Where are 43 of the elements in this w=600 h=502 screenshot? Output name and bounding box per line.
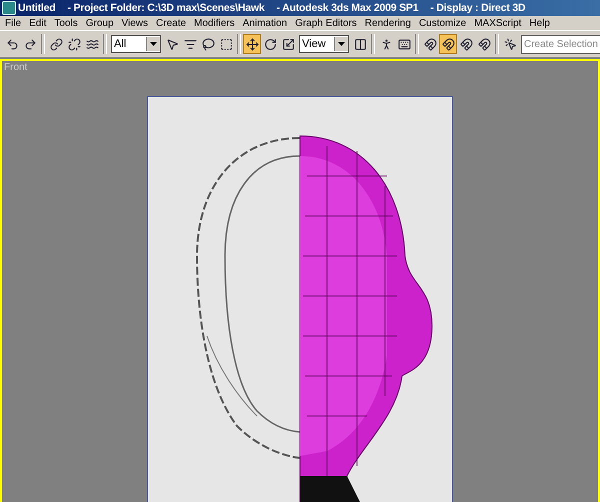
menu-item[interactable]: File: [1, 18, 26, 28]
figure-icon: [380, 38, 392, 50]
menu-item[interactable]: Views: [118, 18, 152, 28]
menu-item[interactable]: Rendering: [360, 18, 415, 28]
unlink-icon: [68, 38, 80, 50]
dropdown[interactable]: View: [299, 35, 349, 53]
selection-set-field[interactable]: Create Selection: [521, 34, 600, 54]
menu-item[interactable]: Group: [82, 18, 118, 28]
undo-icon: [6, 38, 18, 50]
menu-item[interactable]: Animation: [238, 18, 292, 28]
toolbar-button[interactable]: [243, 34, 261, 54]
scale-icon: [282, 38, 294, 50]
rotate-icon: [264, 38, 276, 50]
redo-icon: [24, 38, 36, 50]
move-icon: [246, 38, 258, 50]
menu-item[interactable]: Edit: [25, 18, 50, 28]
keyboard-icon: [398, 38, 410, 50]
dropdown[interactable]: All: [111, 35, 161, 53]
pointer-icon: [166, 38, 178, 50]
app-name: - Autodesk 3ds Max 2009 SP1: [276, 2, 418, 14]
menu-item[interactable]: Modifiers: [190, 18, 239, 28]
menu-item[interactable]: Create: [152, 18, 190, 28]
menu-item[interactable]: Customize: [414, 18, 470, 28]
waves-icon: [86, 38, 98, 50]
viewport-label: Front: [3, 61, 28, 74]
magnet-icon: [424, 38, 436, 50]
columns-icon: [354, 38, 366, 50]
window-title: Untitled: [18, 2, 56, 14]
lasso-icon: [202, 38, 214, 50]
menu-item[interactable]: MAXScript: [470, 18, 526, 28]
menu-item[interactable]: Graph Editors: [291, 18, 361, 28]
dashed-square-icon: [220, 38, 232, 50]
toolbar-button[interactable]: [439, 34, 457, 54]
magnet-icon: [478, 38, 490, 50]
menu-item[interactable]: Tools: [50, 18, 82, 28]
display-mode: - Display : Direct 3D: [430, 2, 526, 14]
pointer-icon: [504, 38, 516, 50]
project-folder: - Project Folder: C:\3D max\Scenes\Hawk: [67, 2, 265, 14]
link-icon: [50, 38, 62, 50]
magnet-icon: [460, 38, 472, 50]
app-logo-icon: [2, 1, 16, 15]
menu-item[interactable]: Help: [525, 18, 554, 28]
magnet-icon: [442, 38, 454, 50]
